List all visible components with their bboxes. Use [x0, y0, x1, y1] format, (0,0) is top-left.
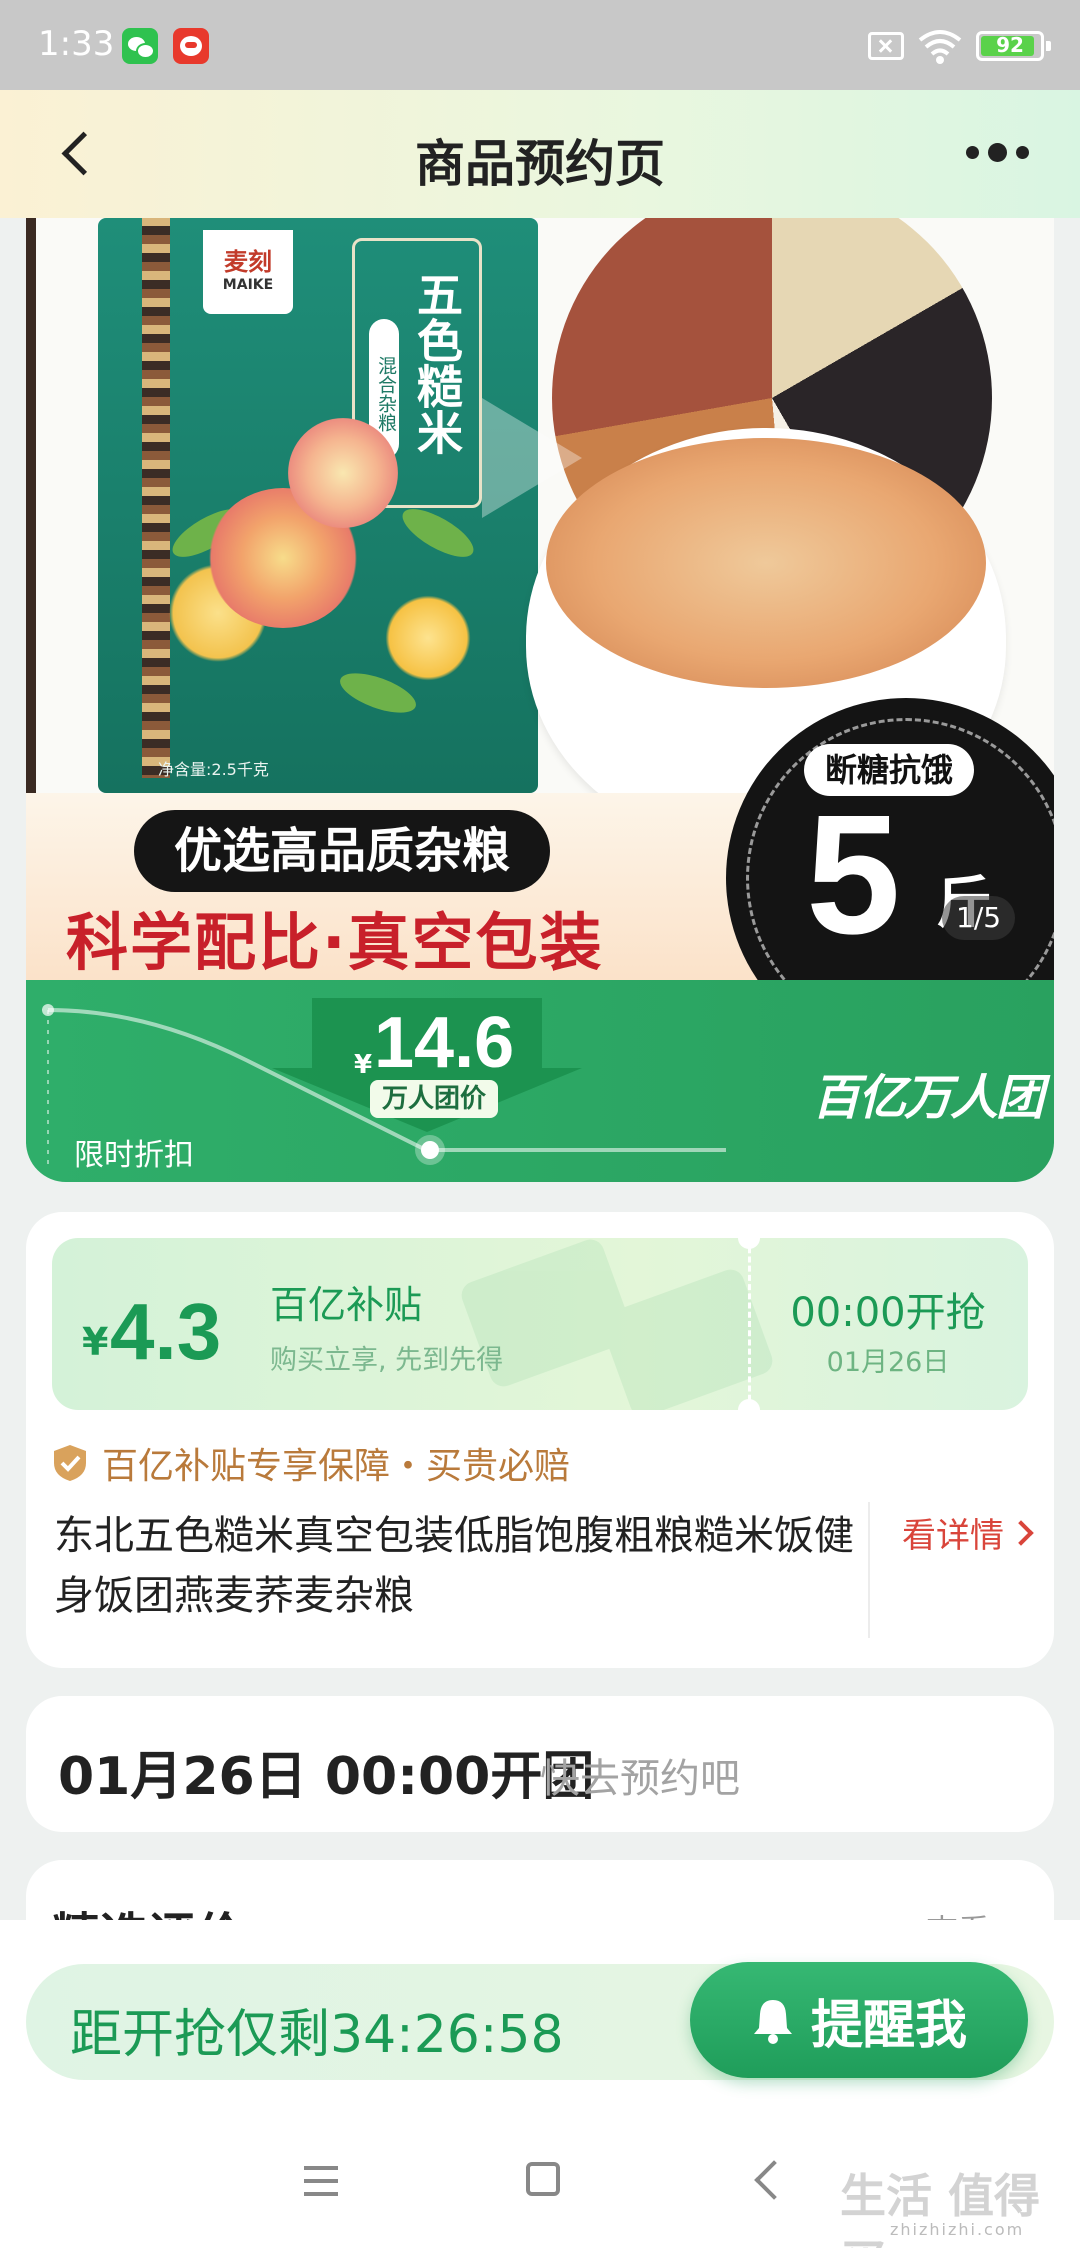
- guarantee-text: 百亿补贴专享保障・买贵必赔: [102, 1446, 571, 1487]
- tagline-quality: 优选高品质杂粮: [134, 810, 551, 892]
- remind-me-button[interactable]: 提醒我: [690, 1962, 1028, 2078]
- page-title: 商品预约页: [415, 135, 665, 193]
- detail-divider: [868, 1502, 870, 1638]
- chevron-right-icon: [1008, 1519, 1034, 1546]
- more-button[interactable]: [966, 132, 1056, 172]
- flower-decoration: [288, 418, 398, 528]
- brand-logo-en: MAIKE: [222, 277, 274, 293]
- view-details-label: 看详情: [902, 1516, 1004, 1556]
- group-open-card: 01月26日 00:00开团 快去预约吧: [26, 1696, 1054, 1832]
- battery-icon: 92: [976, 31, 1051, 61]
- product-hero[interactable]: 麦刻 MAIKE 五色糙米 混合杂粮 净含量:2.5千克 优选高品质杂粮 科学配…: [26, 218, 1054, 1182]
- bottom-action-bar: 距开抢仅剩34:26:58 提醒我: [0, 1920, 1080, 2118]
- subsidy-coupon[interactable]: ¥ 4.3 百亿补贴 购买立享, 先到先得 00:00开抢 01月26日: [52, 1238, 1028, 1410]
- flower-decoration: [378, 588, 478, 688]
- battery-text: 92: [996, 33, 1024, 57]
- package-title: 五色糙米: [410, 271, 464, 455]
- product-name: 东北五色糙米真空包装低脂饱腹粗粮糙米饭健身饭团燕麦荞麦杂粮: [54, 1513, 854, 1619]
- more-icon-dot: [988, 142, 1007, 162]
- wechat-icon: [122, 28, 158, 64]
- play-icon[interactable]: [472, 388, 592, 528]
- watermark-sub: zhizhizhi.com: [890, 2220, 1025, 2239]
- battery-tip: [1046, 41, 1051, 51]
- more-icon-dot: [966, 145, 979, 159]
- wifi-icon: [918, 30, 962, 64]
- header: 商品预约页: [0, 90, 1080, 218]
- nav-back-icon[interactable]: [754, 2160, 794, 2200]
- brand-logo: 麦刻 MAIKE: [203, 230, 293, 314]
- remind-me-label: 提醒我: [810, 1995, 967, 2056]
- coupon-start-time: 00:00开抢: [790, 1290, 986, 1336]
- net-weight: 净含量:2.5千克: [158, 760, 269, 779]
- bowl-rice: [546, 438, 986, 688]
- price-currency: ¥: [354, 1050, 373, 1080]
- shield-icon: [54, 1445, 86, 1481]
- leaf-decoration: [395, 500, 481, 566]
- view-details-link[interactable]: 看详情: [902, 1508, 1034, 1557]
- sim-icon: [868, 32, 904, 60]
- coupon-amount: 4.3: [110, 1287, 222, 1376]
- subsidy-card: ¥ 4.3 百亿补贴 购买立享, 先到先得 00:00开抢 01月26日 百亿补…: [26, 1212, 1054, 1668]
- coupon-title: 百亿补贴: [270, 1283, 423, 1327]
- tagline-packaging: 科学配比·真空包装: [66, 906, 604, 979]
- limited-discount-label: 限时折扣: [74, 1138, 194, 1173]
- badge-number: 5: [806, 780, 901, 970]
- group-open-time: 01月26日 00:00开团: [58, 1747, 595, 1807]
- brand-logo-cn: 麦刻: [224, 248, 272, 276]
- coupon-currency: ¥: [82, 1320, 109, 1364]
- nav-menu-icon[interactable]: [304, 2166, 338, 2196]
- nav-home-icon[interactable]: [526, 2162, 560, 2196]
- app-icon: [173, 28, 209, 64]
- product-image[interactable]: 麦刻 MAIKE 五色糙米 混合杂粮 净含量:2.5千克 优选高品质杂粮 科学配…: [26, 218, 1054, 980]
- status-bar: 1:33 92: [0, 0, 1080, 90]
- group-price: 14.6: [374, 1003, 515, 1083]
- more-icon-dot: [1016, 145, 1029, 159]
- package-side-panel: [142, 218, 170, 778]
- coupon-description: 购买立享, 先到先得: [270, 1345, 504, 1376]
- price-tag: 万人团价: [370, 1080, 499, 1118]
- guarantee-row[interactable]: 百亿补贴专享保障・买贵必赔: [52, 1438, 570, 1488]
- price-band: ¥ 14.6 万人团价 限时折扣 百亿万人团: [26, 980, 1054, 1182]
- bell-icon: [753, 2000, 792, 2044]
- countdown-text: 距开抢仅剩34:26:58: [70, 2005, 564, 2065]
- status-time: 1:33: [38, 24, 115, 64]
- reserve-hint: 快去预约吧: [540, 1756, 740, 1802]
- slide-indicator: 1/5: [942, 896, 1016, 940]
- campaign-logo: 百亿万人团: [812, 1070, 1044, 1126]
- coupon-start-date: 01月26日: [826, 1347, 950, 1378]
